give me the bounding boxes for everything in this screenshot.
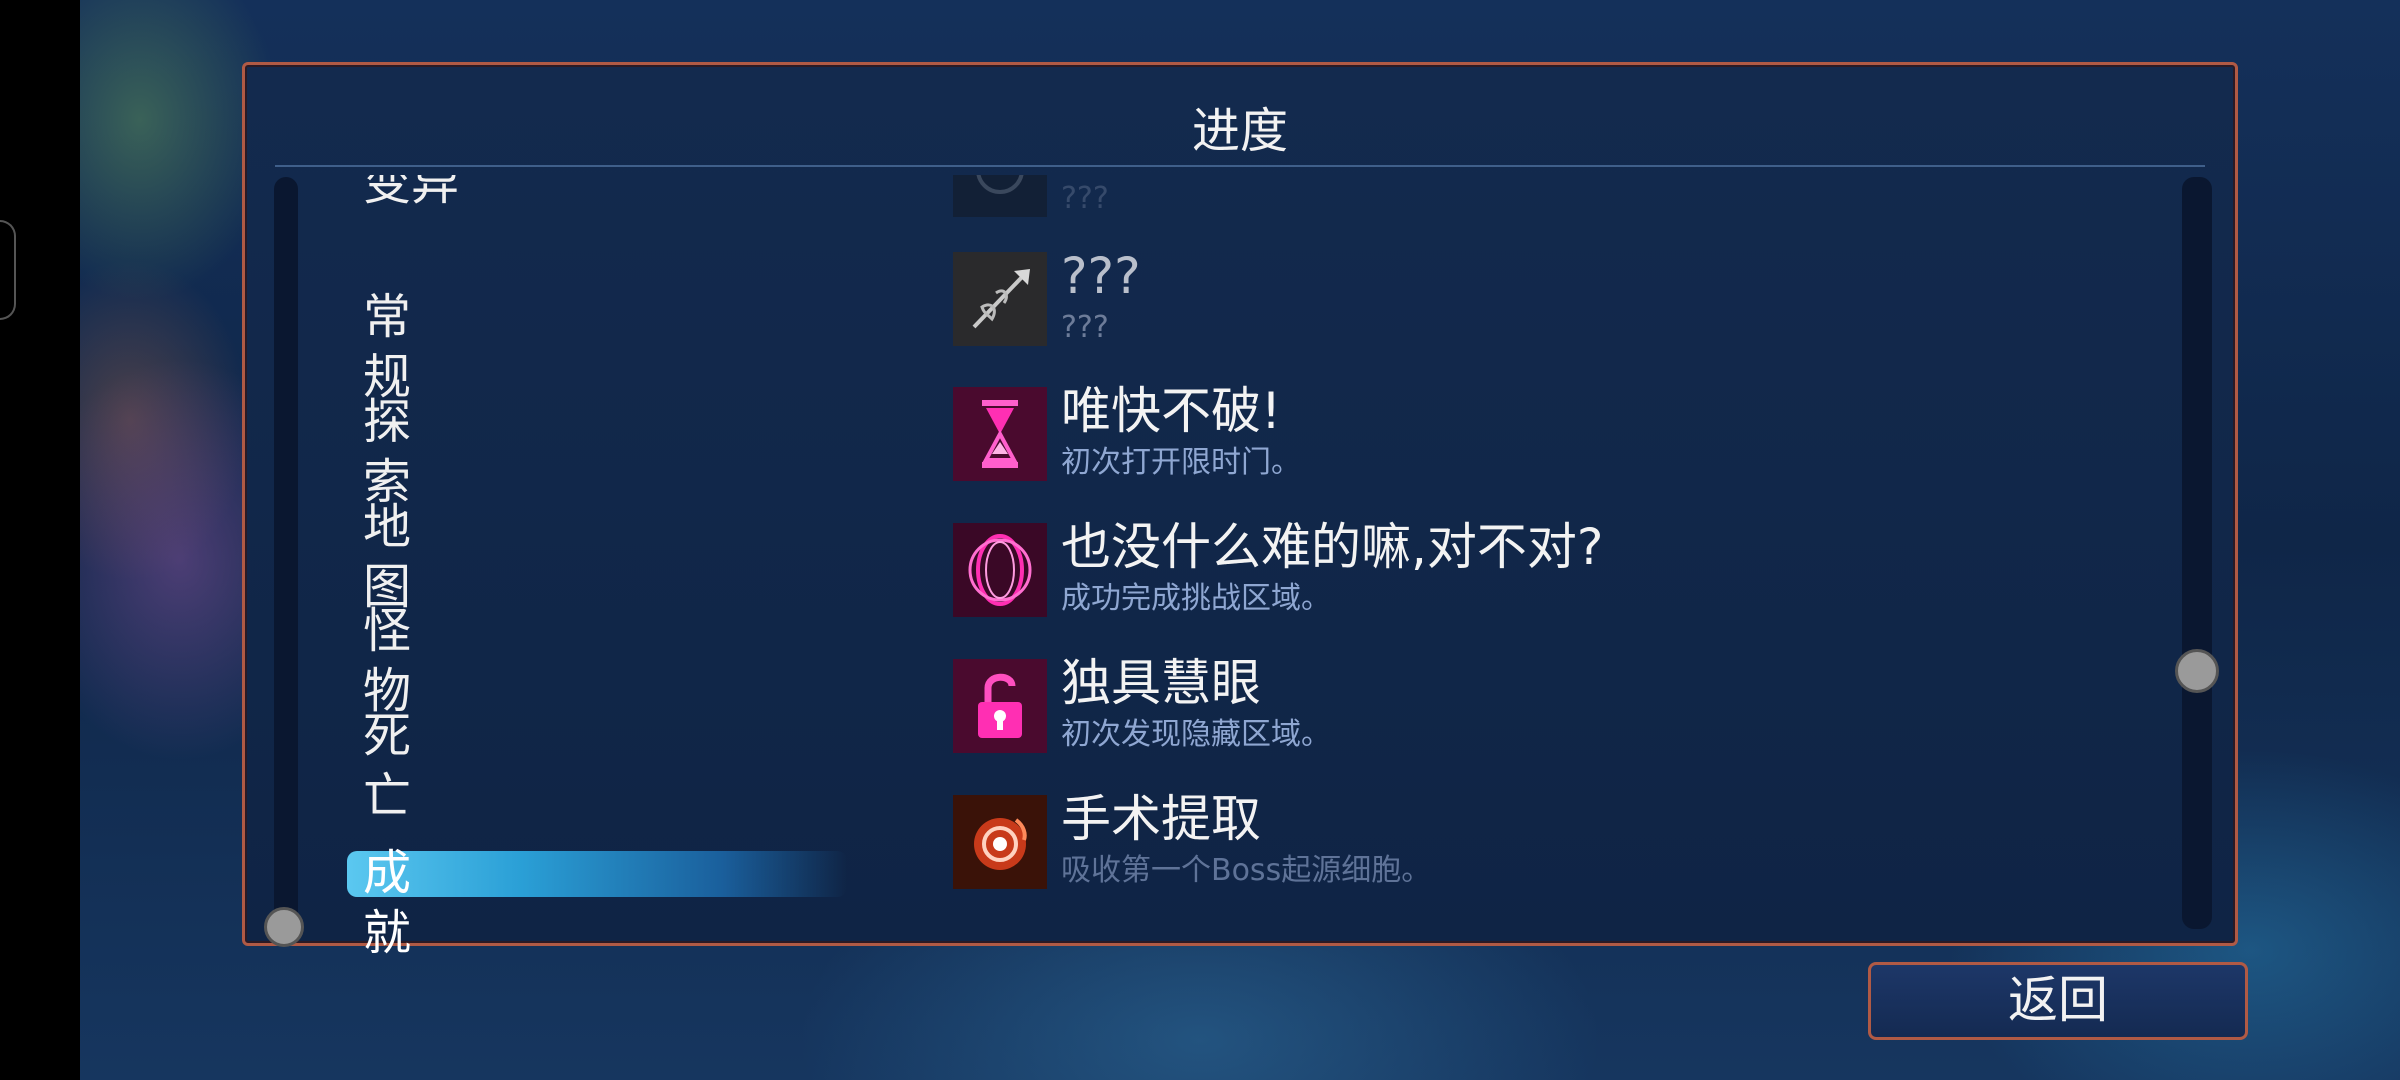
bezel-notch (0, 220, 16, 320)
back-button[interactable]: 返回 (1868, 962, 2248, 1040)
achievement-row[interactable]: 唯快不破! 初次打开限时门。 (953, 382, 2153, 487)
swirl-icon (953, 523, 1047, 617)
title-divider (275, 165, 2205, 167)
screen-bezel (0, 0, 80, 1080)
achievement-title: 手术提取 (1061, 790, 1261, 848)
achievement-row[interactable]: ??? (953, 175, 2153, 223)
achievement-row[interactable]: ??? ??? (953, 247, 2153, 352)
progress-panel: 进度 变异 常规 探索 地图 怪物 死亡 成就 ??? ??? ??? 唯快不破… (242, 62, 2238, 961)
achievement-desc: 初次发现隐藏区域。 (1061, 717, 1331, 752)
unlocked-padlock-icon (953, 659, 1047, 753)
cell-orb-icon (953, 795, 1047, 889)
achievement-title: 唯快不破! (1061, 382, 1282, 440)
achievement-row[interactable]: 独具慧眼 初次发现隐藏区域。 (953, 654, 2153, 759)
achievement-desc: 成功完成挑战区域。 (1061, 581, 1331, 616)
achievement-title: 也没什么难的嘛,对不对? (1061, 518, 1604, 576)
achievement-desc: 吸收第一个Boss起源细胞。 (1061, 853, 1432, 888)
spear-icon (953, 252, 1047, 346)
achievement-desc: ??? (1061, 181, 1109, 216)
achievement-row[interactable]: 手术提取 吸收第一个Boss起源细胞。 (953, 790, 2153, 895)
panel-title: 进度 (1191, 103, 1288, 159)
hourglass-icon (953, 387, 1047, 481)
achievement-title: 独具慧眼 (1061, 654, 1261, 712)
blurred-icon (953, 175, 1047, 217)
achievement-title: ??? (1061, 247, 1141, 305)
achievement-desc: 初次打开限时门。 (1061, 445, 1301, 480)
achievement-row[interactable]: 也没什么难的嘛,对不对? 成功完成挑战区域。 (953, 518, 2153, 623)
achievement-desc: ??? (1061, 310, 1109, 345)
